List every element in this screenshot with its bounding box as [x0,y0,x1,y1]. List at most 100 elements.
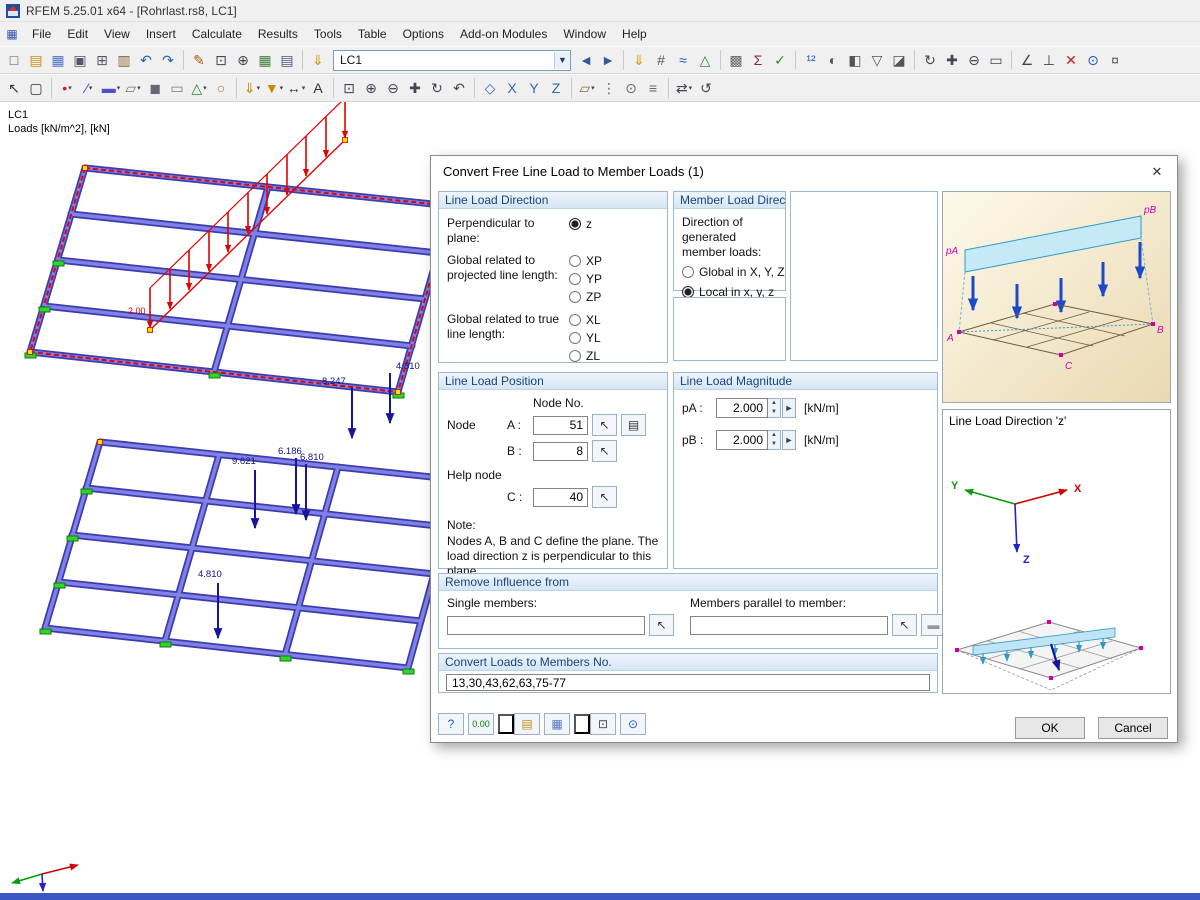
spin-up-icon[interactable]: ▲ [768,431,780,440]
select-region-icon[interactable]: ▢ [25,77,47,99]
show-results-icon[interactable]: ≈ [672,49,694,71]
pa-stepper[interactable]: ▲ ▼ [768,398,781,418]
guidelines-icon[interactable]: ≡ [642,77,664,99]
chevron-down-icon[interactable]: ▾ [257,84,261,92]
undo-icon[interactable]: ↶ [135,49,157,71]
pa-detail-button[interactable]: ► [782,398,796,418]
check-icon[interactable]: ✓ [769,49,791,71]
new-file-icon[interactable]: □ [3,49,25,71]
radio-zp[interactable]: ZP [569,289,659,305]
surface-load-icon[interactable]: ▼ ▾ [263,77,285,99]
save-icon[interactable]: ▦ [47,49,69,71]
radio-yp[interactable]: YP [569,271,659,287]
select-pointer-icon[interactable]: ↖ [3,77,25,99]
redo-icon[interactable]: ↷ [157,49,179,71]
zoom-out-icon[interactable]: ⊖ [963,49,985,71]
preview-button[interactable]: ⊡ [590,713,616,735]
info-icon[interactable]: ⊙ [1082,49,1104,71]
pb-detail-button[interactable]: ► [782,430,796,450]
node-c-input[interactable] [533,487,588,507]
menu-view[interactable]: View [96,24,138,44]
spin-up-icon[interactable]: ▲ [768,399,780,408]
node-support-icon[interactable]: △ ▾ [188,77,210,99]
perpendicular-icon[interactable]: ⊥ [1038,49,1060,71]
move-view-icon[interactable]: ✚ [941,49,963,71]
node-a-input[interactable] [533,415,588,435]
chevron-down-icon[interactable]: ▾ [302,84,306,92]
menu-insert[interactable]: Insert [138,24,184,44]
convert-members-input[interactable] [446,674,930,691]
radio-xp[interactable]: XP [569,253,659,269]
mesh-icon[interactable]: ▩ [725,49,747,71]
options-icon[interactable]: ¤ [1104,49,1126,71]
menu-options[interactable]: Options [395,24,452,44]
zoom-in-icon[interactable]: ⊕ [232,49,254,71]
node-a-pick-list-button[interactable]: ▤ [621,414,646,436]
previous-view-icon[interactable]: ↶ [448,77,470,99]
sketch-pen-icon[interactable]: ✎ [188,49,210,71]
save-settings-button[interactable]: ▦ [544,713,570,735]
load-case-icon[interactable]: ⇓ [307,49,329,71]
view-in-z-icon[interactable]: Z [545,77,567,99]
spin-down-icon[interactable]: ▼ [768,440,780,449]
chevron-down-icon[interactable]: ▾ [689,84,693,92]
chevron-down-icon[interactable]: ▾ [591,84,595,92]
grid-snap-icon[interactable]: ⋮ [598,77,620,99]
zoom-out-icon-2[interactable]: ⊖ [382,77,404,99]
menu-tools[interactable]: Tools [306,24,350,44]
menu-window[interactable]: Window [555,24,614,44]
view-in-y-icon[interactable]: Y [523,77,545,99]
menu-results[interactable]: Results [250,24,306,44]
move-copy-icon[interactable]: ⇄ ▾ [673,77,695,99]
clipping-plane-icon[interactable]: ◪ [888,49,910,71]
radio-global-xyz[interactable]: Global in X, Y, Z [682,264,785,280]
chevron-down-icon[interactable]: ▾ [203,84,207,92]
show-supports-icon[interactable]: △ [694,49,716,71]
show-load-values-icon[interactable]: # [650,49,672,71]
radio-xl[interactable]: XL [569,312,659,328]
load-case-combo[interactable]: LC1 ▼ [333,49,571,71]
single-members-pick-button[interactable]: ↖ [649,614,674,636]
tables-icon[interactable]: ▦ [254,49,276,71]
single-members-input[interactable] [447,615,645,635]
member-hinge-icon[interactable]: ○ [210,77,232,99]
close-icon[interactable]: ✕ [1145,162,1169,182]
eye-button[interactable]: ⊙ [620,713,646,735]
object-snap-icon[interactable]: ⊙ [620,77,642,99]
menu-help[interactable]: Help [614,24,655,44]
line-tool-icon[interactable]: ∕ ▾ [78,77,100,99]
zoom-window-icon[interactable]: ⊡ [338,77,360,99]
parallel-members-input[interactable] [690,615,888,635]
node-b-input[interactable] [533,441,588,461]
delete-loads-icon[interactable]: ✕ [1060,49,1082,71]
radio-yl[interactable]: YL [569,330,659,346]
prev-load-case-icon[interactable]: ◄ [575,49,597,71]
copy-icon[interactable]: ⊞ [91,49,113,71]
units-button[interactable]: 0.00 [468,713,494,735]
isometric-view-icon[interactable]: ◇ [479,77,501,99]
work-plane-icon[interactable]: ▱ ▾ [576,77,598,99]
chevron-down-icon[interactable]: ▼ [554,51,570,69]
radio-z[interactable]: z [569,216,659,232]
report-icon[interactable]: ▥ [113,49,135,71]
pb-stepper[interactable]: ▲ ▼ [768,430,781,450]
solid-tool-icon[interactable]: ◼ [144,77,166,99]
surface-tool-icon[interactable]: ▱ ▾ [122,77,144,99]
member-load-icon[interactable]: ⇓ ▾ [241,77,263,99]
menu-addon-modules[interactable]: Add-on Modules [452,24,555,44]
dimension-icon[interactable]: ↔ ▾ [285,77,307,99]
chevron-down-icon[interactable]: ▾ [117,84,121,92]
menu-edit[interactable]: Edit [59,24,96,44]
node-tool-icon[interactable]: • ▾ [56,77,78,99]
help-button[interactable]: ? [438,713,464,735]
menu-calculate[interactable]: Calculate [184,24,250,44]
show-loads-icon[interactable]: ⇓ [628,49,650,71]
spin-down-icon[interactable]: ▼ [768,408,780,417]
menu-file[interactable]: File [24,24,59,44]
pa-input[interactable] [716,398,768,418]
rotate-mode-icon[interactable]: ↻ [426,77,448,99]
full-view-icon[interactable]: ▭ [985,49,1007,71]
node-b-pick-button[interactable]: ↖ [592,440,617,462]
cancel-button[interactable]: Cancel [1098,717,1168,739]
view-in-x-icon[interactable]: X [501,77,523,99]
